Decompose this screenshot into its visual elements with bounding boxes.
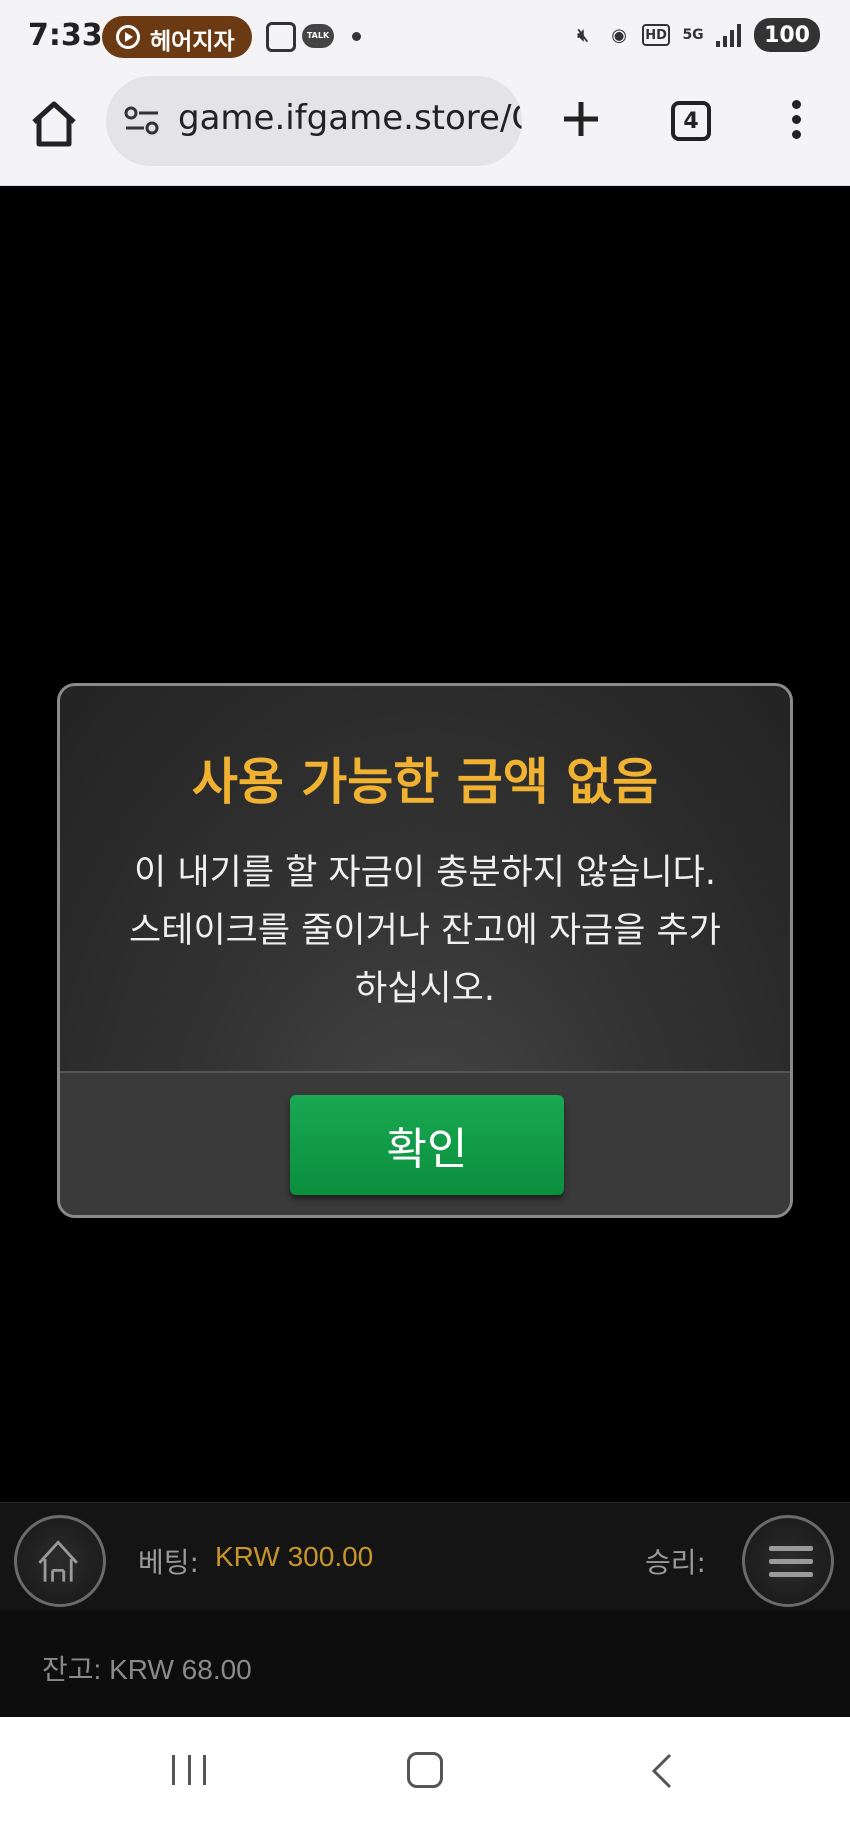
game-bottom-bar: 베팅: KRW 300.00 승리: [0, 1502, 850, 1610]
notification-dot-icon [352, 32, 361, 41]
mute-icon: 🔇︎ [577, 24, 589, 46]
dialog-message: 이 내기를 할 자금이 충분하지 않습니다. 스테이크를 줄이거나 잔고에 자금… [80, 844, 770, 1018]
home-icon[interactable] [28, 98, 80, 150]
tab-switcher-icon[interactable]: 4 [671, 101, 711, 141]
address-bar[interactable]: game.ifgame.store/G [106, 76, 522, 166]
call-pill-label: 헤어지자 [150, 29, 235, 55]
balance-bar: 잔고: KRW 68.00 [0, 1610, 850, 1717]
dialog-title: 사용 가능한 금액 없음 [191, 753, 659, 811]
game-menu-button[interactable] [742, 1515, 834, 1607]
browser-toolbar: game.ifgame.store/G 4 [0, 76, 850, 186]
kakaotalk-icon: TALK [302, 24, 334, 48]
battery-icon: 100 [754, 18, 820, 52]
system-nav-bar [0, 1717, 850, 1823]
game-home-icon [38, 1540, 78, 1582]
status-time: 7:33 [28, 18, 103, 53]
bet-label: 베팅: [138, 1546, 199, 1579]
call-pill[interactable]: 헤어지자 [102, 16, 252, 58]
status-bar: 7:33 헤어지자 TALK 🔇︎ ◉ HD 5G 100 [0, 0, 850, 76]
url-text: game.ifgame.store/G [178, 98, 522, 138]
overflow-menu-icon[interactable] [786, 100, 806, 144]
bet-value: KRW 300.00 [215, 1541, 374, 1572]
dialog-message-line: 하십시오. [355, 969, 495, 1009]
dialog-message-line: 이 내기를 할 자금이 충분하지 않습니다. [134, 853, 716, 893]
dialog-footer: 확인 [60, 1071, 790, 1215]
nav-home-icon[interactable] [407, 1752, 443, 1788]
hd-icon: HD [642, 24, 671, 46]
insufficient-funds-dialog: 사용 가능한 금액 없음 이 내기를 할 자금이 충분하지 않습니다. 스테이크… [57, 683, 793, 1218]
dialog-message-line: 스테이크를 줄이거나 잔고에 자금을 추가 [129, 911, 721, 951]
play-icon [116, 25, 140, 49]
site-settings-icon[interactable] [124, 106, 160, 136]
nav-recents-icon[interactable] [172, 1755, 206, 1785]
hotspot-icon: ◉ [611, 24, 627, 46]
new-tab-icon[interactable] [560, 98, 602, 140]
screenshot-icon [266, 22, 296, 52]
nav-back-icon[interactable] [648, 1751, 678, 1791]
status-icons: 🔇︎ ◉ HD 5G 100 [570, 18, 820, 52]
win-label: 승리: [645, 1546, 706, 1579]
signal-icon [716, 23, 744, 47]
ok-button[interactable]: 확인 [290, 1095, 564, 1195]
network-5g-icon: 5G [682, 27, 704, 43]
game-home-button[interactable] [14, 1515, 106, 1607]
balance-text: 잔고: KRW 68.00 [42, 1654, 252, 1685]
